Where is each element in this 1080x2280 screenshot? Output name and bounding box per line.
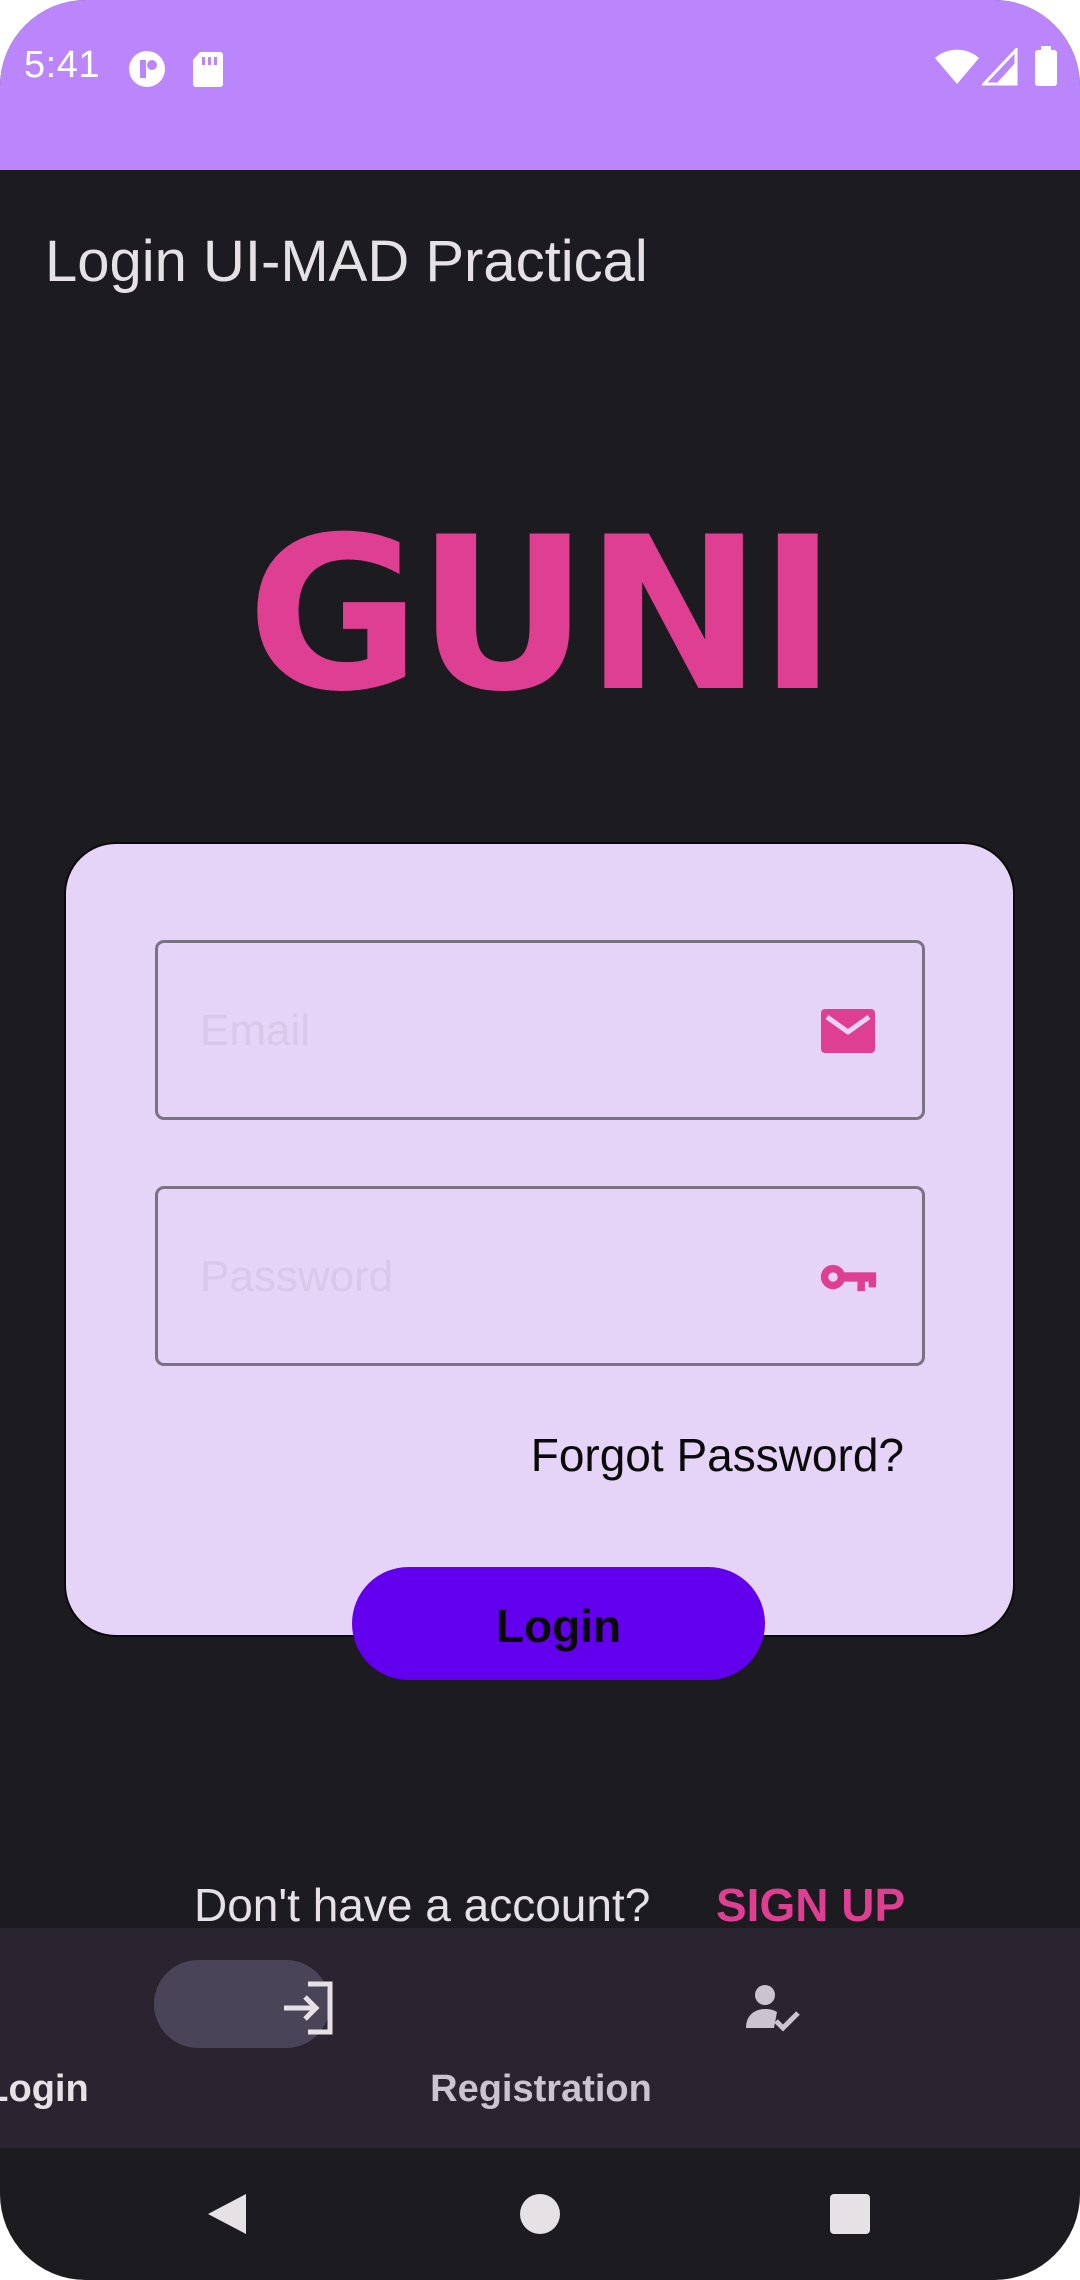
nav-label-registration: Registration bbox=[430, 2068, 652, 2110]
person-check-icon bbox=[746, 1985, 800, 2032]
nav-label-login: Login bbox=[0, 2068, 89, 2110]
media-icon bbox=[129, 51, 165, 87]
wifi-icon bbox=[935, 49, 979, 84]
system-navigation-bar bbox=[0, 2148, 1080, 2280]
signal-icon bbox=[982, 48, 1018, 86]
sd-card-icon bbox=[193, 52, 223, 87]
email-input[interactable] bbox=[198, 943, 762, 1119]
email-field[interactable] bbox=[155, 940, 925, 1120]
phone-screen: 5:41 Login UI-MAD Practical GUNI Email F… bbox=[0, 0, 1080, 2280]
status-time: 5:41 bbox=[24, 44, 100, 86]
back-icon[interactable] bbox=[204, 2190, 250, 2238]
app-title: Login UI-MAD Practical bbox=[45, 229, 648, 294]
login-button[interactable]: Login bbox=[352, 1567, 765, 1680]
status-bar: 5:41 bbox=[0, 0, 1080, 170]
password-input[interactable] bbox=[198, 1189, 762, 1365]
forgot-password-link[interactable]: Forgot Password? bbox=[531, 1428, 904, 1482]
password-field[interactable] bbox=[155, 1186, 925, 1366]
recents-icon[interactable] bbox=[828, 2192, 872, 2236]
home-icon[interactable] bbox=[518, 2192, 562, 2236]
sign-up-link[interactable]: SIGN UP bbox=[716, 1878, 905, 1932]
bottom-navigation: Login Registration bbox=[0, 1928, 1080, 2148]
key-icon bbox=[820, 1264, 877, 1292]
battery-icon bbox=[1035, 46, 1057, 86]
login-icon bbox=[284, 1981, 333, 2035]
nav-item-login[interactable]: Login bbox=[0, 1928, 540, 2148]
nav-item-registration[interactable]: Registration bbox=[430, 1928, 1080, 2148]
email-icon bbox=[821, 1009, 875, 1053]
guni-logo: GUNI bbox=[246, 491, 837, 738]
no-account-text: Don't have a account? bbox=[194, 1879, 651, 1931]
